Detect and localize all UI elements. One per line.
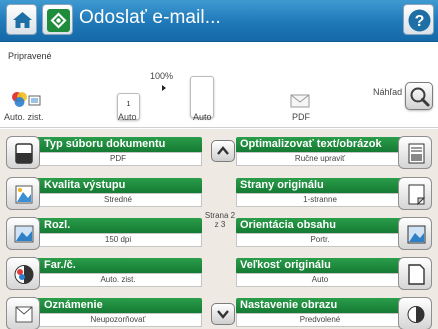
notification-icon: [6, 297, 40, 329]
option-value: Stredné: [34, 193, 202, 207]
option-value: Auto: [236, 273, 404, 287]
title-bar: Odoslať e-mail... ?: [0, 0, 438, 42]
optimize-text-image-icon: [398, 136, 432, 169]
color-icon: [6, 257, 40, 290]
magnifier-icon: [410, 87, 430, 107]
option-output-quality[interactable]: Kvalita výstupu Stredné: [6, 177, 202, 210]
option-label: Oznámenie: [34, 298, 202, 313]
preview-area: Pripravené Auto. zist. 1 Auto 100% Auto …: [0, 42, 438, 128]
option-value: Ručne upraviť: [236, 152, 404, 166]
option-original-sides[interactable]: Strany originálu 1-stranne: [236, 177, 432, 210]
svg-text:?: ?: [415, 13, 425, 30]
original-size-icon: [398, 257, 432, 290]
option-value: Predvolené: [236, 313, 404, 327]
option-value: PDF: [34, 152, 202, 166]
help-icon: ?: [408, 9, 431, 32]
option-original-size[interactable]: Veľkosť originálu Auto: [236, 257, 432, 290]
option-label: Far./č.: [34, 258, 202, 273]
content-orientation-icon: [398, 217, 432, 250]
option-notification[interactable]: Oznámenie Neupozorňovať: [6, 297, 202, 329]
page-title: Odoslať e-mail...: [79, 7, 221, 28]
original-sides-icon: [398, 177, 432, 210]
zoom-level: 100%: [150, 71, 174, 81]
option-value: Portr.: [236, 233, 404, 247]
option-label: Orientácia obsahu: [236, 218, 404, 233]
option-label: Veľkosť originálu: [236, 258, 404, 273]
preview-label: Náhľad: [373, 87, 403, 97]
option-resolution[interactable]: Rozl. 150 dpi: [6, 217, 202, 250]
email-app-button[interactable]: [42, 4, 73, 35]
chevron-up-icon: [217, 146, 229, 155]
color-mode-icon: [12, 92, 41, 107]
document-file-icon: [6, 136, 40, 169]
option-color[interactable]: Far./č. Auto. zist.: [6, 257, 202, 290]
output-quality-icon: [6, 177, 40, 210]
chevron-down-icon: [217, 310, 229, 319]
home-icon: [13, 12, 32, 28]
help-button[interactable]: ?: [403, 4, 434, 35]
option-image-adjustment[interactable]: Nastavenie obrazu Predvolené: [236, 297, 432, 329]
option-value: Auto. zist.: [34, 273, 202, 287]
label-pdf: PDF: [292, 112, 310, 122]
label-auto-1: Auto: [118, 112, 137, 122]
scroll-up-button[interactable]: [211, 140, 235, 162]
option-label: Strany originálu: [236, 178, 404, 193]
option-optimize-text-image[interactable]: Optimalizovať text/obrázok Ručne upraviť: [236, 136, 432, 169]
option-label: Optimalizovať text/obrázok: [236, 137, 404, 152]
home-button[interactable]: [6, 4, 37, 35]
email-app-icon: [47, 9, 70, 32]
option-document-file-type[interactable]: Typ súboru dokumentu PDF: [6, 136, 202, 169]
image-adjust-icon: [398, 297, 432, 329]
email-envelope-icon: [290, 94, 310, 108]
option-label: Nastavenie obrazu: [236, 298, 404, 313]
resolution-icon: [6, 217, 40, 250]
option-label: Typ súboru dokumentu: [34, 137, 202, 152]
auto-detect-label: Auto. zist.: [4, 112, 44, 122]
option-label: Rozl.: [34, 218, 202, 233]
status-text: Pripravené: [8, 51, 52, 61]
option-value: 150 dpi: [34, 233, 202, 247]
preview-button[interactable]: [405, 82, 433, 110]
copies-count: 1: [126, 101, 131, 108]
scroll-down-button[interactable]: [211, 303, 235, 325]
option-content-orientation[interactable]: Orientácia obsahu Portr.: [236, 217, 432, 250]
option-value: Neupozorňovať: [34, 313, 202, 327]
option-value: 1-stranne: [236, 193, 404, 207]
arrow-right-icon: [162, 85, 166, 91]
label-auto-2: Auto: [193, 112, 212, 122]
option-label: Kvalita výstupu: [34, 178, 202, 193]
